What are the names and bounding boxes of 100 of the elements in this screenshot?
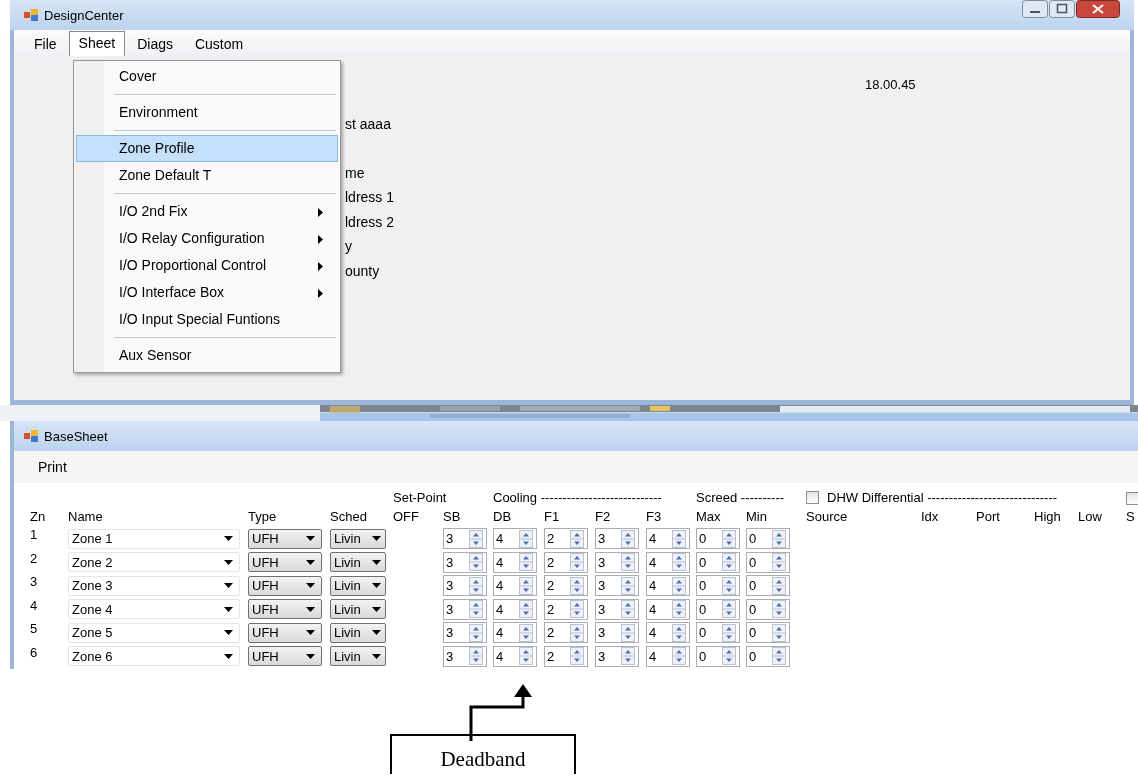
menu-item[interactable]: Zone Default T	[76, 162, 338, 189]
spin-field[interactable]: 3	[595, 575, 639, 597]
spin-buttons-icon[interactable]	[469, 623, 483, 642]
spin-field[interactable]: 2	[544, 622, 588, 644]
spin-buttons-icon[interactable]	[722, 600, 736, 619]
name-dropdown[interactable]: Zone 6	[68, 646, 240, 667]
menu-item[interactable]: I/O Proportional Control	[76, 252, 338, 279]
spin-buttons-icon[interactable]	[621, 623, 635, 642]
spin-field[interactable]: 2	[544, 575, 588, 597]
name-dropdown[interactable]: Zone 2	[68, 552, 240, 573]
spin-buttons-icon[interactable]	[469, 553, 483, 572]
spin-buttons-icon[interactable]	[570, 529, 584, 548]
spin-buttons-icon[interactable]	[621, 529, 635, 548]
spin-buttons-icon[interactable]	[570, 553, 584, 572]
spin-field[interactable]: 2	[544, 598, 588, 620]
spin-field[interactable]: 2	[544, 551, 588, 573]
spin-field[interactable]: 3	[443, 575, 487, 597]
menu-item[interactable]: Custom	[184, 31, 254, 56]
type-dropdown[interactable]: UFH	[248, 575, 322, 596]
type-dropdown[interactable]: UFH	[248, 646, 322, 667]
spin-buttons-icon[interactable]	[722, 553, 736, 572]
name-dropdown[interactable]: Zone 3	[68, 575, 240, 596]
spin-field[interactable]: 0	[696, 598, 740, 620]
spin-buttons-icon[interactable]	[519, 576, 533, 595]
spin-field[interactable]: 4	[646, 575, 690, 597]
spin-field[interactable]: 2	[544, 528, 588, 550]
spin-buttons-icon[interactable]	[772, 623, 786, 642]
spin-field[interactable]: 4	[493, 645, 537, 667]
spin-buttons-icon[interactable]	[519, 600, 533, 619]
spin-buttons-icon[interactable]	[772, 647, 786, 666]
spin-field[interactable]: 0	[746, 575, 790, 597]
spin-buttons-icon[interactable]	[722, 529, 736, 548]
spin-buttons-icon[interactable]	[519, 647, 533, 666]
spin-field[interactable]: 0	[746, 528, 790, 550]
menu-item[interactable]: I/O Relay Configuration	[76, 225, 338, 252]
spin-buttons-icon[interactable]	[722, 623, 736, 642]
menu-item[interactable]: Diags	[127, 31, 183, 56]
menu-item[interactable]: I/O 2nd Fix	[76, 198, 338, 225]
spin-buttons-icon[interactable]	[570, 576, 584, 595]
checkbox[interactable]	[1126, 492, 1138, 505]
spin-buttons-icon[interactable]	[772, 576, 786, 595]
spin-buttons-icon[interactable]	[772, 553, 786, 572]
spin-field[interactable]: 0	[696, 575, 740, 597]
spin-buttons-icon[interactable]	[722, 647, 736, 666]
spin-field[interactable]: 0	[696, 622, 740, 644]
menu-item[interactable]: I/O Input Special Funtions	[76, 306, 338, 333]
spin-buttons-icon[interactable]	[519, 529, 533, 548]
spin-field[interactable]: 0	[746, 551, 790, 573]
schedule-dropdown[interactable]: Livin	[330, 646, 386, 667]
spin-buttons-icon[interactable]	[621, 600, 635, 619]
spin-field[interactable]: 3	[595, 551, 639, 573]
schedule-dropdown[interactable]: Livin	[330, 552, 386, 573]
spin-field[interactable]: 4	[646, 598, 690, 620]
type-dropdown[interactable]: UFH	[248, 552, 322, 573]
spin-buttons-icon[interactable]	[621, 576, 635, 595]
spin-field[interactable]: 4	[493, 575, 537, 597]
spin-field[interactable]: 3	[595, 622, 639, 644]
menu-item[interactable]: Aux Sensor	[76, 342, 338, 369]
spin-field[interactable]: 4	[646, 645, 690, 667]
spin-field[interactable]: 0	[696, 645, 740, 667]
spin-field[interactable]: 0	[746, 645, 790, 667]
minimize-button[interactable]	[1022, 0, 1048, 18]
spin-field[interactable]: 3	[595, 645, 639, 667]
spin-field[interactable]: 0	[746, 622, 790, 644]
spin-buttons-icon[interactable]	[570, 623, 584, 642]
spin-buttons-icon[interactable]	[469, 529, 483, 548]
spin-field[interactable]: 4	[646, 551, 690, 573]
spin-field[interactable]: 3	[595, 598, 639, 620]
spin-buttons-icon[interactable]	[772, 529, 786, 548]
spin-field[interactable]: 3	[443, 645, 487, 667]
schedule-dropdown[interactable]: Livin	[330, 622, 386, 643]
menu-item[interactable]: Cover	[76, 63, 338, 90]
menu-item[interactable]: Environment	[76, 99, 338, 126]
spin-field[interactable]: 3	[595, 528, 639, 550]
spin-field[interactable]: 4	[493, 528, 537, 550]
spin-field[interactable]: 0	[696, 551, 740, 573]
spin-field[interactable]: 2	[544, 645, 588, 667]
spin-buttons-icon[interactable]	[672, 529, 686, 548]
spin-buttons-icon[interactable]	[570, 647, 584, 666]
spin-buttons-icon[interactable]	[469, 576, 483, 595]
spin-field[interactable]: 4	[493, 622, 537, 644]
close-button[interactable]	[1076, 0, 1120, 18]
spin-field[interactable]: 0	[746, 598, 790, 620]
spin-buttons-icon[interactable]	[469, 647, 483, 666]
spin-buttons-icon[interactable]	[469, 600, 483, 619]
menu-item[interactable]: Zone Profile	[76, 135, 338, 162]
spin-buttons-icon[interactable]	[621, 647, 635, 666]
spin-buttons-icon[interactable]	[519, 623, 533, 642]
schedule-dropdown[interactable]: Livin	[330, 575, 386, 596]
name-dropdown[interactable]: Zone 1	[68, 528, 240, 549]
spin-buttons-icon[interactable]	[519, 553, 533, 572]
spin-buttons-icon[interactable]	[722, 576, 736, 595]
spin-buttons-icon[interactable]	[672, 600, 686, 619]
schedule-dropdown[interactable]: Livin	[330, 528, 386, 549]
spin-buttons-icon[interactable]	[621, 553, 635, 572]
checkbox[interactable]	[806, 491, 819, 504]
spin-buttons-icon[interactable]	[772, 600, 786, 619]
menu-item[interactable]: File	[24, 31, 67, 56]
spin-buttons-icon[interactable]	[672, 576, 686, 595]
spin-buttons-icon[interactable]	[672, 623, 686, 642]
